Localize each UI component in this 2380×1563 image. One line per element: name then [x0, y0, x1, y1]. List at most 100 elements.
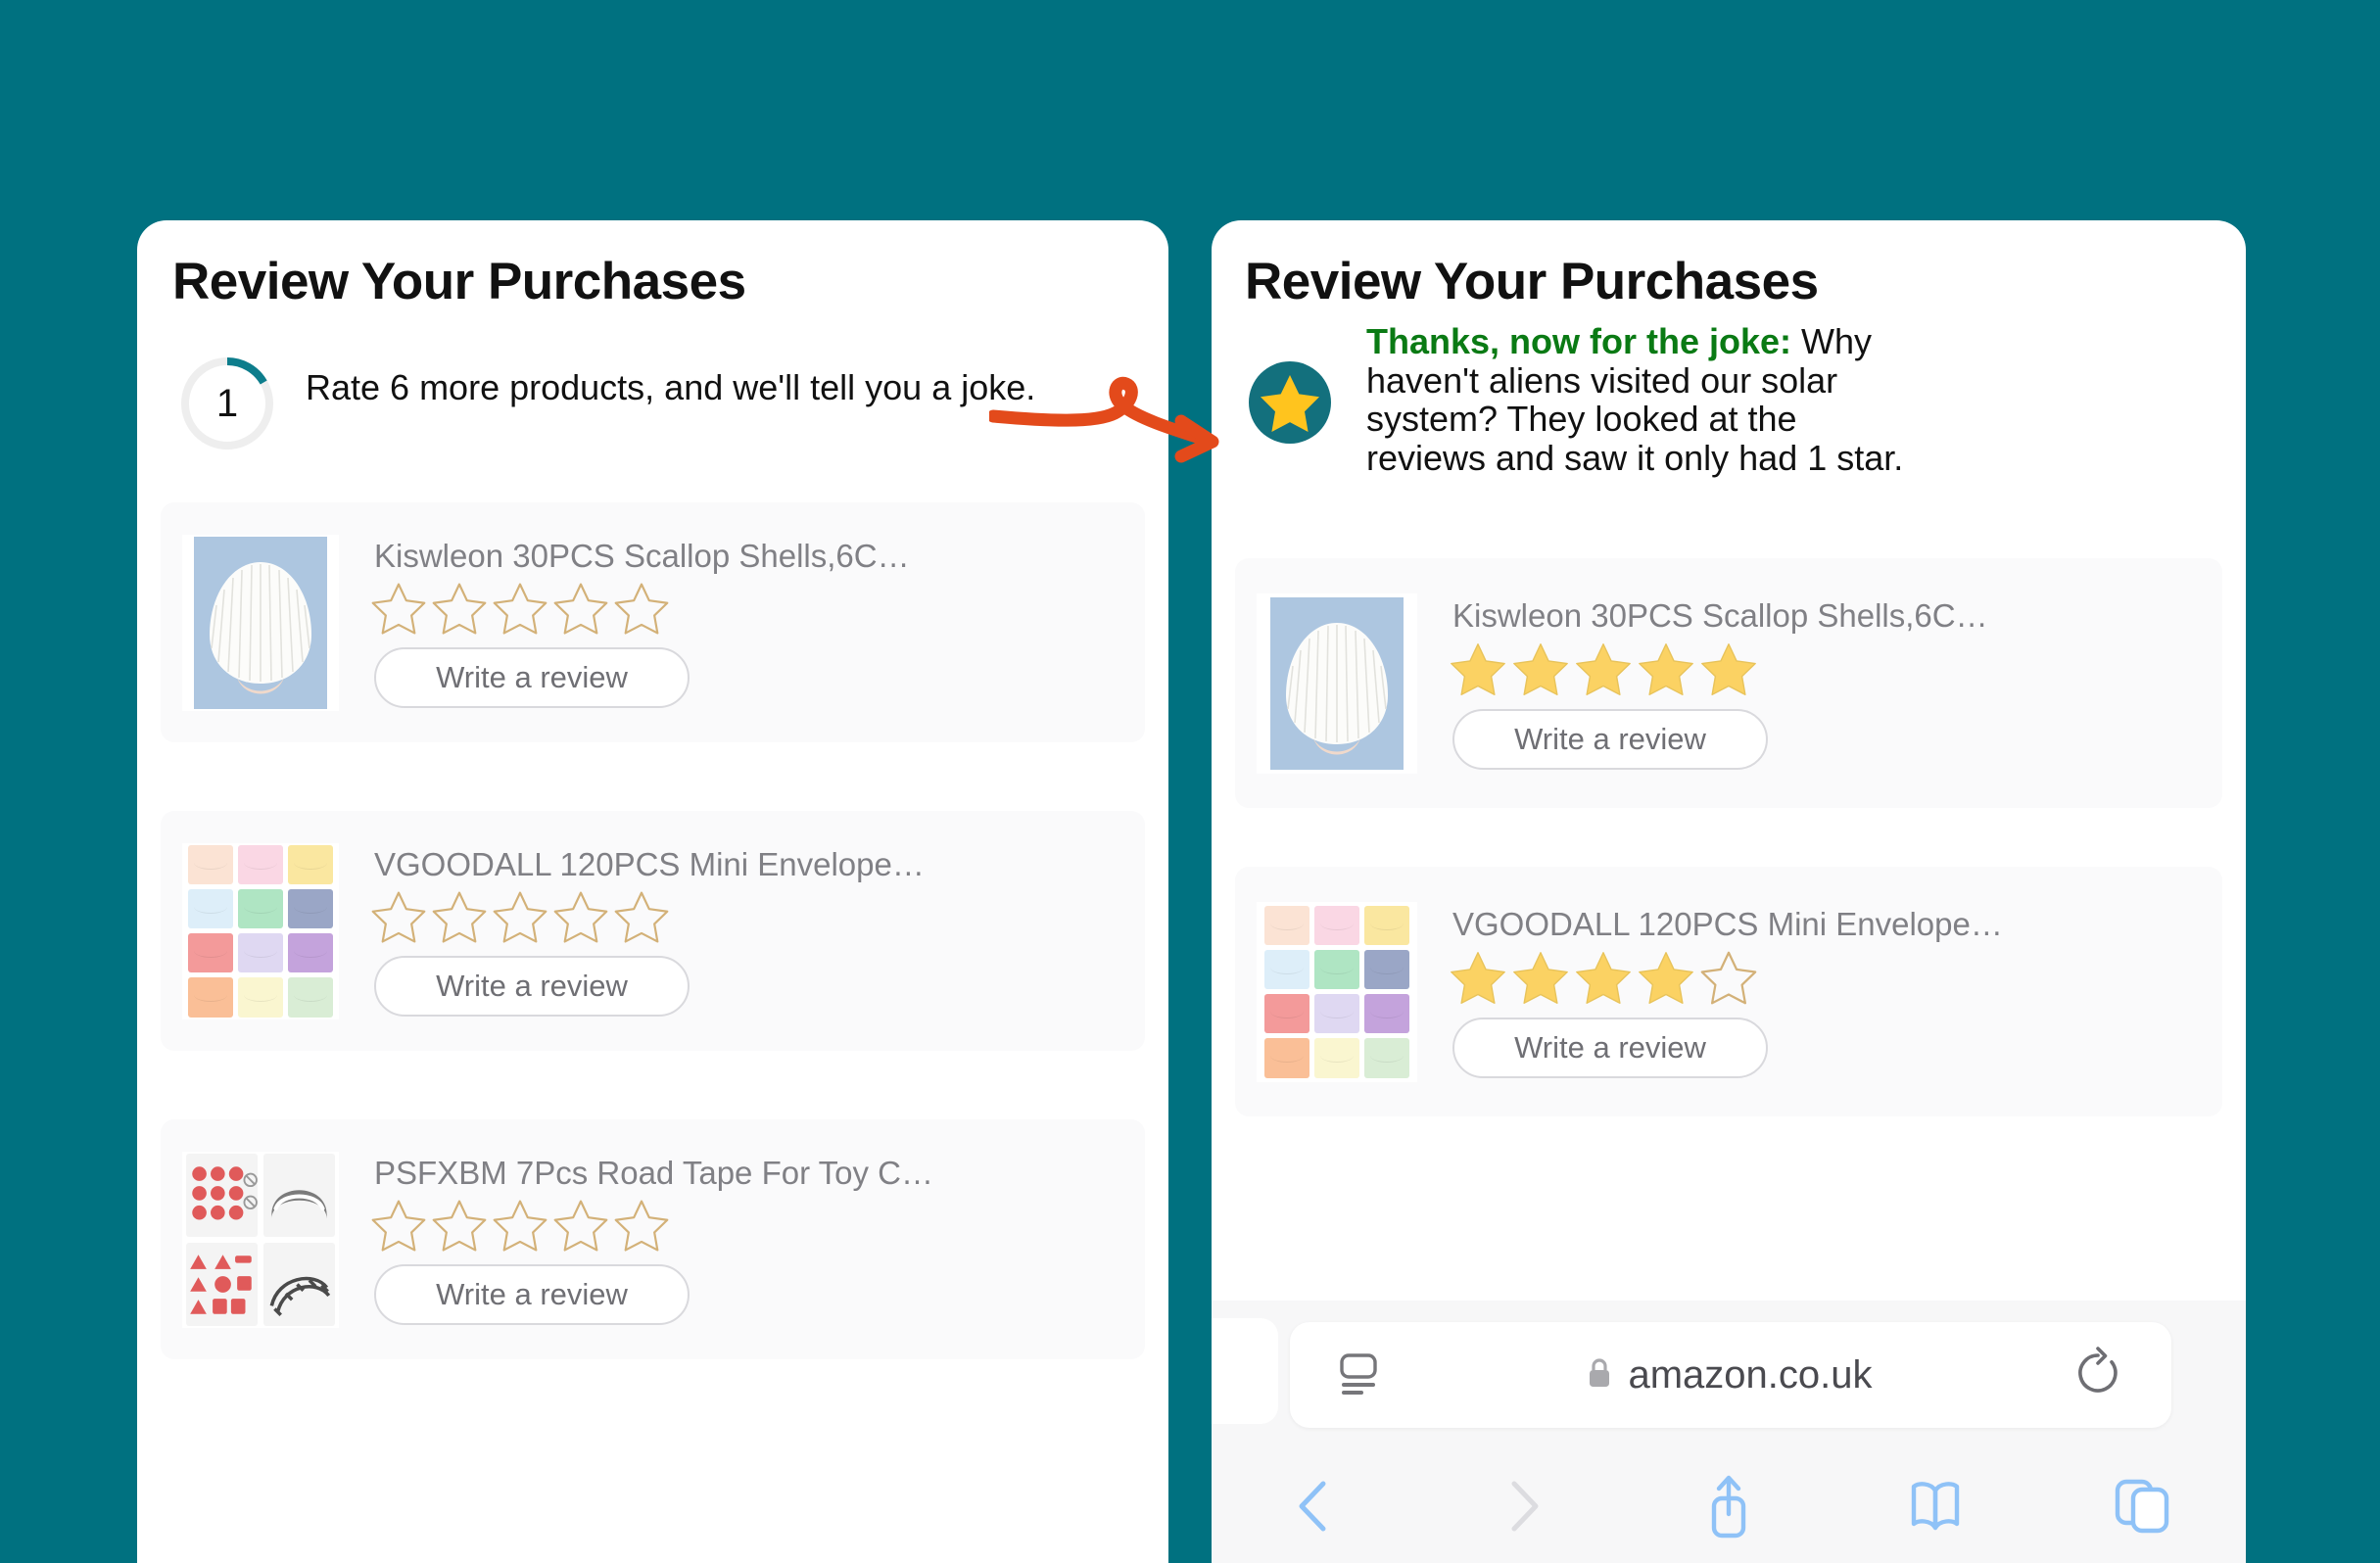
right-product-list: Kiswleon 30PCS Scallop Shells,6C… Write …	[1212, 558, 2246, 1175]
star-empty-icon[interactable]	[613, 889, 670, 946]
envelope-swatch	[1264, 994, 1309, 1034]
screenshot-stage: Review Your Purchases 1 Rate 6 more prod…	[0, 0, 2380, 1563]
page-title: Review Your Purchases	[1245, 253, 1819, 310]
star-empty-icon[interactable]	[431, 1198, 488, 1255]
envelope-swatch	[238, 888, 283, 928]
star-filled-icon[interactable]	[1511, 949, 1570, 1008]
share-icon[interactable]	[1625, 1471, 1832, 1541]
back-chevron-icon[interactable]	[1212, 1476, 1418, 1537]
envelope-swatch	[288, 933, 333, 973]
joke-star-badge	[1249, 361, 1331, 444]
panel-divider	[1168, 220, 1212, 1563]
star-rating[interactable]	[370, 581, 1123, 638]
envelope-swatch	[288, 977, 333, 1018]
product-list-item[interactable]: VGOODALL 120PCS Mini Envelope… Write a r…	[161, 811, 1145, 1051]
write-a-review-button[interactable]: Write a review	[374, 1263, 690, 1325]
product-title: Kiswleon 30PCS Scallop Shells,6C…	[374, 537, 910, 574]
star-filled-icon[interactable]	[1574, 949, 1633, 1008]
star-empty-icon[interactable]	[613, 581, 670, 638]
product-details: Kiswleon 30PCS Scallop Shells,6C… Write …	[371, 537, 1123, 708]
envelope-swatch	[238, 933, 283, 973]
url-text: amazon.co.uk	[1628, 1352, 1873, 1397]
star-empty-icon[interactable]	[431, 889, 488, 946]
star-filled-icon[interactable]	[1637, 949, 1695, 1008]
envelope-swatch	[188, 977, 233, 1018]
star-filled-icon[interactable]	[1449, 640, 1507, 699]
product-thumbnail-mini-envelopes	[1257, 901, 1417, 1082]
joke-lead: Thanks, now for the joke:	[1366, 321, 1792, 361]
road-tape-grid	[186, 1153, 335, 1326]
star-empty-icon[interactable]	[431, 581, 488, 638]
write-a-review-button[interactable]: Write a review	[1452, 708, 1768, 770]
page-settings-icon[interactable]	[1331, 1346, 1386, 1405]
envelope-swatch	[188, 888, 233, 928]
product-title: PSFXBM 7Pcs Road Tape For Toy C…	[374, 1154, 934, 1191]
product-thumbnail-scallop-shell	[1257, 592, 1417, 774]
envelope-grid	[1264, 905, 1409, 1078]
safari-browser-chrome: amazon.co.uk	[1212, 1301, 2246, 1563]
envelope-swatch	[1264, 905, 1309, 945]
envelope-swatch	[1314, 1038, 1359, 1078]
star-filled-icon[interactable]	[1511, 640, 1570, 699]
write-a-review-button[interactable]: Write a review	[374, 646, 690, 708]
left-review-card: Review Your Purchases 1 Rate 6 more prod…	[137, 220, 1168, 1563]
envelope-swatch	[1364, 994, 1409, 1034]
product-details: VGOODALL 120PCS Mini Envelope… Write a r…	[371, 846, 1123, 1017]
star-filled-icon[interactable]	[1449, 949, 1507, 1008]
envelope-grid	[188, 844, 333, 1018]
envelope-swatch	[238, 977, 283, 1018]
progress-count: 1	[215, 381, 239, 425]
lock-icon	[1585, 1355, 1614, 1396]
product-list-item[interactable]: Kiswleon 30PCS Scallop Shells,6C… Write …	[1235, 558, 2222, 808]
address-bar[interactable]: amazon.co.uk	[1290, 1322, 2171, 1428]
star-filled-icon[interactable]	[1699, 640, 1758, 699]
rail-track-piece	[263, 1242, 335, 1326]
product-list-item[interactable]: PSFXBM 7Pcs Road Tape For Toy C… Write a…	[161, 1119, 1145, 1359]
star-filled-icon[interactable]	[1574, 640, 1633, 699]
adjacent-tab-peek[interactable]	[1212, 1318, 1278, 1424]
product-list-item[interactable]: Kiswleon 30PCS Scallop Shells,6C… Write …	[161, 502, 1145, 742]
star-rating[interactable]	[1449, 640, 2201, 699]
envelope-swatch	[1364, 1038, 1409, 1078]
star-empty-icon[interactable]	[370, 581, 427, 638]
envelope-swatch	[1314, 949, 1359, 989]
star-empty-icon[interactable]	[492, 581, 548, 638]
star-empty-icon[interactable]	[370, 1198, 427, 1255]
star-empty-icon[interactable]	[492, 889, 548, 946]
joke-text: Thanks, now for the joke: Why haven't al…	[1366, 318, 1915, 477]
bookmarks-icon[interactable]	[1833, 1477, 2039, 1536]
envelope-swatch	[1364, 949, 1409, 989]
star-empty-icon[interactable]	[552, 1198, 609, 1255]
star-filled-icon[interactable]	[1637, 640, 1695, 699]
star-empty-icon[interactable]	[552, 889, 609, 946]
star-rating[interactable]	[370, 889, 1123, 946]
envelope-swatch	[288, 844, 333, 884]
star-empty-icon[interactable]	[492, 1198, 548, 1255]
product-details: PSFXBM 7Pcs Road Tape For Toy C… Write a…	[371, 1154, 1123, 1325]
progress-ring: 1	[178, 355, 276, 452]
road-sign-sheet	[186, 1153, 258, 1237]
write-a-review-button[interactable]: Write a review	[1452, 1017, 1768, 1078]
write-a-review-button[interactable]: Write a review	[374, 955, 690, 1017]
warning-sign-sheet	[186, 1242, 258, 1326]
envelope-swatch	[188, 844, 233, 884]
star-empty-icon[interactable]	[1699, 949, 1758, 1008]
progress-banner: 1 Rate 6 more products, and we'll tell y…	[178, 355, 1109, 452]
product-list-item[interactable]: VGOODALL 120PCS Mini Envelope… Write a r…	[1235, 867, 2222, 1116]
product-title: Kiswleon 30PCS Scallop Shells,6C…	[1452, 596, 1988, 634]
product-thumbnail-mini-envelopes	[182, 842, 339, 1019]
safari-toolbar	[1212, 1449, 2246, 1563]
star-rating[interactable]	[1449, 949, 2201, 1008]
reload-icon[interactable]	[2071, 1346, 2124, 1404]
envelope-swatch	[1264, 949, 1309, 989]
tabs-icon[interactable]	[2039, 1476, 2246, 1537]
star-empty-icon[interactable]	[613, 1198, 670, 1255]
envelope-swatch	[1264, 1038, 1309, 1078]
star-rating[interactable]	[370, 1198, 1123, 1255]
url-display[interactable]: amazon.co.uk	[1386, 1353, 2071, 1397]
product-details: VGOODALL 120PCS Mini Envelope… Write a r…	[1449, 906, 2201, 1078]
star-empty-icon[interactable]	[552, 581, 609, 638]
envelope-swatch	[188, 933, 233, 973]
star-empty-icon[interactable]	[370, 889, 427, 946]
product-thumbnail-road-tape	[182, 1151, 339, 1328]
